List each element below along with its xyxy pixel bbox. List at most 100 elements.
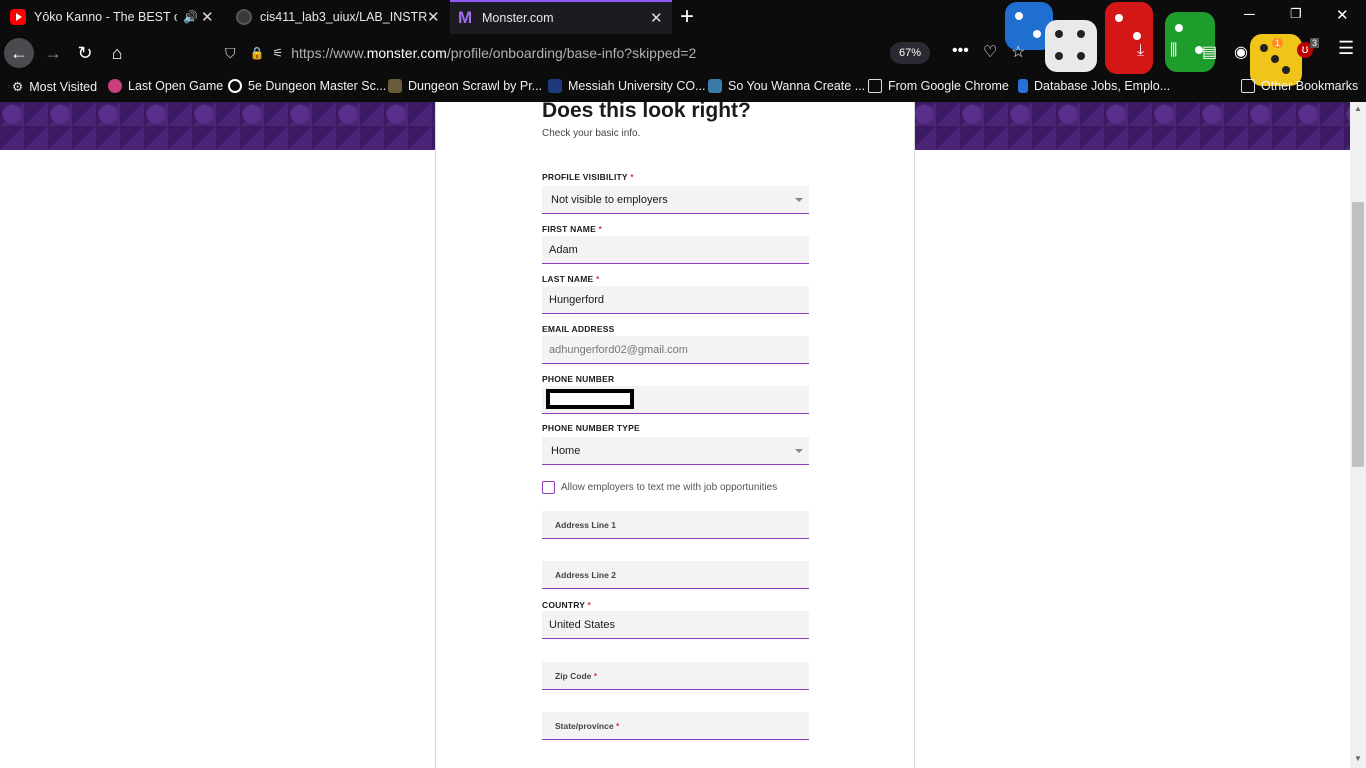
close-icon[interactable]: ✕ <box>650 9 663 27</box>
zip-code-field[interactable]: Zip Code * <box>542 662 809 690</box>
new-tab-button[interactable]: + <box>680 3 694 31</box>
download-icon[interactable]: ⤓ <box>1137 42 1144 60</box>
permissions-icon[interactable]: ⚟ <box>272 46 283 60</box>
back-icon[interactable]: ← <box>4 38 34 68</box>
email-value: adhungerford02@gmail.com <box>549 343 688 356</box>
close-window-icon[interactable]: ✕ <box>1336 6 1349 24</box>
minimize-icon[interactable]: ─ <box>1244 6 1255 23</box>
reader-icon[interactable]: ▤ <box>1202 42 1217 62</box>
bookmark-star-icon[interactable]: ☆ <box>1011 42 1025 62</box>
state-province-placeholder: State/province <box>555 720 614 731</box>
pocket-icon[interactable]: ♡ <box>983 42 997 62</box>
image-icon <box>708 79 722 93</box>
tab-youtube[interactable]: Yōko Kanno - The BEST of Z 🔊 ✕ <box>0 0 225 34</box>
first-name-value: Adam <box>549 243 578 256</box>
first-name-field[interactable]: Adam <box>542 236 809 264</box>
scrollbar-thumb[interactable] <box>1352 202 1364 467</box>
text-opt-in-row[interactable]: Allow employers to text me with job oppo… <box>542 481 777 494</box>
zoom-level[interactable]: 67% <box>890 42 930 64</box>
phone-type-select[interactable]: Home <box>542 437 809 465</box>
state-province-field[interactable]: State/province * <box>542 712 809 740</box>
phone-type-label: PHONE NUMBER TYPE <box>542 423 640 433</box>
bookmark-label: Most Visited <box>29 79 98 94</box>
tab-github[interactable]: cis411_lab3_uiux/LAB_INSTRUC ✕ <box>226 0 448 34</box>
last-name-value: Hungerford <box>549 293 605 306</box>
bookmark-last-open-game[interactable]: Last Open Game <box>108 79 223 93</box>
bookmark-so-you-wanna[interactable]: So You Wanna Create ... <box>708 79 865 93</box>
tab-monster[interactable]: M Monster.com ✕ <box>450 0 672 34</box>
bookmarks-bar: ⚙ Most Visited Last Open Game 5e Dungeon … <box>0 76 1366 100</box>
basic-info-form: Does this look right? Check your basic i… <box>542 102 809 740</box>
reload-icon[interactable]: ↻ <box>70 38 100 68</box>
url-host: monster.com <box>366 45 447 61</box>
browser-chrome: Yōko Kanno - The BEST of Z 🔊 ✕ cis411_la… <box>0 0 1366 102</box>
text-opt-in-label: Allow employers to text me with job oppo… <box>561 482 778 493</box>
tab-title: cis411_lab3_uiux/LAB_INSTRUC <box>260 10 428 24</box>
forward-icon[interactable]: → <box>38 38 68 68</box>
bookmark-label: So You Wanna Create ... <box>728 79 866 93</box>
close-icon[interactable]: ✕ <box>201 8 214 26</box>
tab-title: Yōko Kanno - The BEST of Z <box>34 10 177 24</box>
folder-icon <box>1241 79 1255 93</box>
bookmark-5e-dungeon[interactable]: 5e Dungeon Master Sc... <box>228 79 386 93</box>
last-name-field[interactable]: Hungerford <box>542 286 809 314</box>
extension-badge: 3 <box>1310 38 1320 48</box>
globe-icon <box>228 79 242 93</box>
bookmark-most-visited[interactable]: ⚙ Most Visited <box>12 79 98 95</box>
bookmark-label: Messiah University CO... <box>568 79 706 93</box>
page-content: Does this look right? Check your basic i… <box>0 102 1350 768</box>
map-icon <box>388 79 402 93</box>
url-prefix: https://www. <box>291 45 367 61</box>
country-value: United States <box>549 618 616 631</box>
bookmark-label: Other Bookmarks <box>1261 79 1359 93</box>
youtube-icon <box>10 9 26 25</box>
home-icon[interactable]: ⌂ <box>102 38 132 68</box>
monster-icon: M <box>458 8 473 27</box>
address-line-2-field[interactable]: Address Line 2 <box>542 561 809 589</box>
lock-icon[interactable]: 🔒 <box>250 46 265 60</box>
account-icon[interactable]: ◉ <box>1234 42 1248 62</box>
tab-strip: Yōko Kanno - The BEST of Z 🔊 ✕ cis411_la… <box>0 0 1366 86</box>
address-line-1-placeholder: Address Line 1 <box>555 519 616 530</box>
bookmark-other[interactable]: Other Bookmarks <box>1241 79 1358 93</box>
onboarding-card: Does this look right? Check your basic i… <box>435 102 915 768</box>
bookmark-messiah[interactable]: Messiah University CO... <box>548 79 706 93</box>
shield-icon[interactable]: ⛉ <box>225 45 236 62</box>
email-label: EMAIL ADDRESS <box>542 324 615 334</box>
scroll-down-icon[interactable]: ▼ <box>1354 754 1362 763</box>
bookmark-label: Last Open Game <box>128 79 224 93</box>
country-field[interactable]: United States <box>542 611 809 639</box>
scroll-up-icon[interactable]: ▲ <box>1354 104 1362 113</box>
bookmark-database-jobs[interactable]: Database Jobs, Emplo... <box>1018 79 1170 93</box>
url-path: /profile/onboarding/base-info?skipped=2 <box>446 45 697 61</box>
profile-visibility-select[interactable]: Not visible to employers <box>542 186 809 214</box>
url-bar[interactable]: ⛉ 🔒 ⚟ https://www. monster.com/profile/on… <box>225 38 935 68</box>
email-field[interactable]: adhungerford02@gmail.com <box>542 336 809 364</box>
menu-icon[interactable]: ☰ <box>1338 38 1354 59</box>
bookmark-label: Dungeon Scrawl by Pr... <box>408 79 543 93</box>
bookmark-label: From Google Chrome <box>888 79 1009 93</box>
bookmark-folder-chrome[interactable]: From Google Chrome <box>868 79 1009 93</box>
university-icon <box>548 79 562 93</box>
page-scrollbar[interactable]: ▲ ▼ <box>1350 102 1366 768</box>
profile-visibility-label: PROFILE VISIBILITY * <box>542 172 634 182</box>
close-icon[interactable]: ✕ <box>427 8 440 26</box>
bookmark-dungeon-scrawl[interactable]: Dungeon Scrawl by Pr... <box>388 79 542 93</box>
phone-type-value: Home <box>551 444 581 457</box>
profile-visibility-value: Not visible to employers <box>551 193 668 206</box>
page-subtitle: Check your basic info. <box>542 128 641 139</box>
address-line-1-field[interactable]: Address Line 1 <box>542 511 809 539</box>
first-name-label: FIRST NAME * <box>542 224 603 234</box>
phone-field[interactable] <box>542 386 809 414</box>
phone-label: PHONE NUMBER <box>542 374 615 384</box>
text-opt-in-checkbox[interactable] <box>542 481 555 494</box>
restore-icon[interactable]: ❐ <box>1290 6 1302 22</box>
extension-badge: 1 <box>1272 38 1284 48</box>
speaker-icon[interactable]: 🔊 <box>183 10 198 24</box>
gear-icon: ⚙ <box>12 80 24 94</box>
more-icon[interactable]: ••• <box>952 42 969 60</box>
last-name-label: LAST NAME * <box>542 274 600 284</box>
nav-bar: ← → ↻ ⌂ ⛉ 🔒 ⚟ https://www. monster.com/pr… <box>0 34 1366 72</box>
github-icon <box>236 9 252 25</box>
library-icon[interactable]: ⫼ <box>1170 42 1177 60</box>
